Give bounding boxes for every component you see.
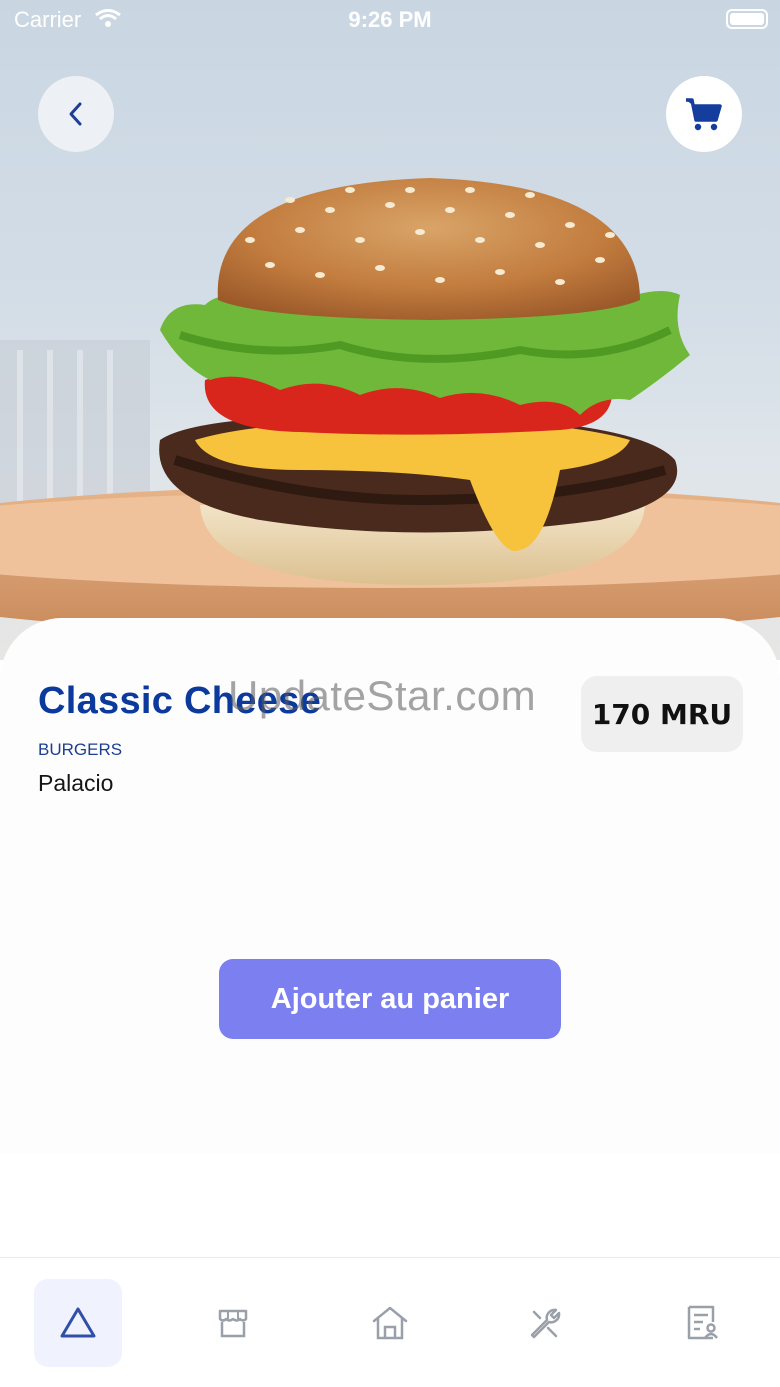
tab-tools[interactable]: [501, 1279, 589, 1367]
back-button[interactable]: [38, 76, 114, 152]
burger-photo: [0, 178, 780, 635]
cart-button[interactable]: [666, 76, 742, 152]
tab-store[interactable]: [189, 1279, 277, 1367]
document-user-icon: [687, 1305, 718, 1340]
watermark-text: UpdateStar.com: [228, 672, 537, 719]
chevron-left-icon: [69, 102, 82, 126]
shopping-cart-icon: [686, 98, 722, 131]
triangle-icon: [60, 1307, 96, 1338]
storefront-icon: [218, 1309, 248, 1338]
clock: 9:26 PM: [348, 7, 432, 32]
product-hero-image: [0, 0, 780, 660]
tab-profile-docs[interactable]: [658, 1279, 746, 1367]
bottom-tab-bar: [0, 1257, 780, 1387]
restaurant-name: Palacio: [38, 770, 114, 796]
tab-home[interactable]: [346, 1279, 434, 1367]
wrench-icon: [530, 1308, 561, 1339]
home-icon: [372, 1306, 408, 1340]
add-to-cart-button[interactable]: Ajouter au panier: [219, 959, 561, 1039]
battery-icon: [726, 9, 768, 29]
price-badge: 170 MRU: [581, 676, 743, 752]
product-category: BURGERS: [38, 740, 123, 759]
status-bar: Carrier 9:26 PM: [0, 0, 780, 40]
tab-triangle[interactable]: [34, 1279, 122, 1367]
